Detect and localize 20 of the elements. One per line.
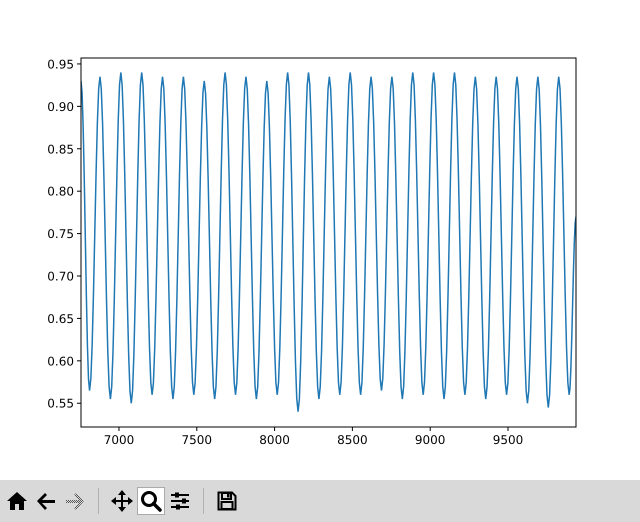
tick-label: 7500 — [182, 433, 212, 447]
tick-label: 8500 — [337, 433, 368, 447]
tick-label: 0.95 — [47, 57, 74, 72]
home-icon — [5, 489, 29, 513]
tick-label: 8000 — [259, 433, 290, 447]
zoom-button[interactable] — [137, 487, 165, 515]
tick-label: 0.60 — [47, 354, 74, 368]
tick-label: 0.55 — [47, 396, 74, 411]
tick-label: 0.75 — [47, 227, 74, 242]
zoom-icon — [139, 489, 163, 513]
tick-label: 7000 — [104, 433, 134, 447]
tick-label: 0.85 — [47, 142, 74, 156]
move-icon — [110, 489, 134, 513]
tick-label: 0.80 — [47, 184, 74, 199]
save-icon — [215, 489, 239, 513]
tick-label: 9000 — [414, 433, 446, 447]
tick-label: 0.65 — [47, 312, 74, 326]
tick-label: 9500 — [492, 433, 524, 447]
tick-label: 0.90 — [47, 100, 74, 114]
tick-label: 0.70 — [47, 270, 74, 284]
